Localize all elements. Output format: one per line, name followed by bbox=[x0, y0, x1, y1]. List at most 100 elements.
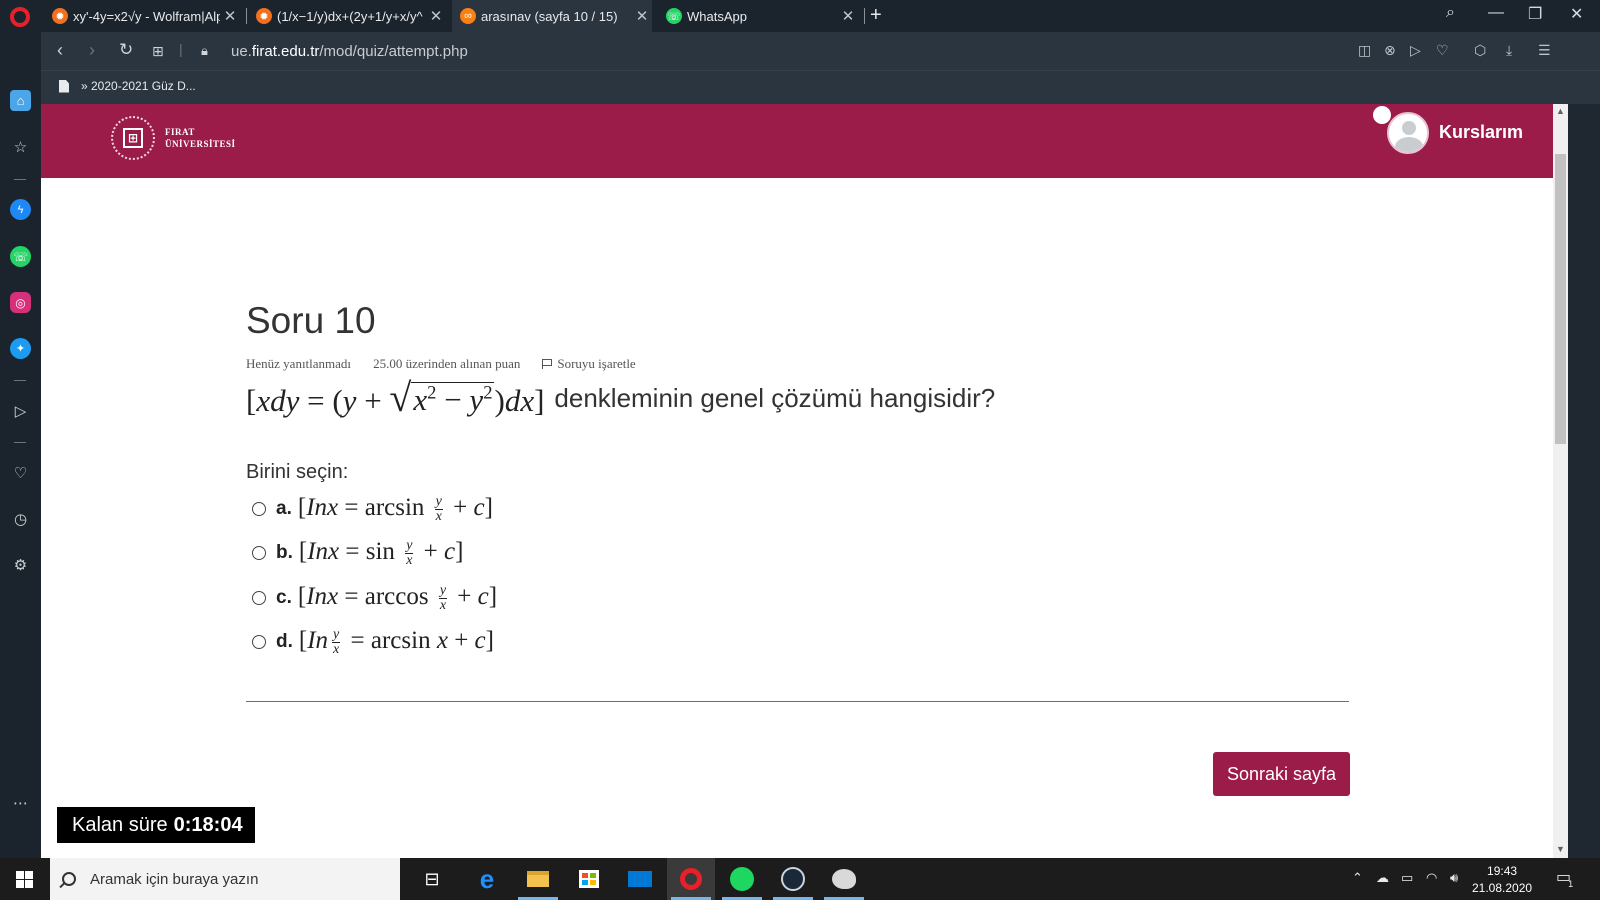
url-field[interactable]: ue.firat.edu.tr/mod/quiz/attempt.php bbox=[231, 43, 468, 60]
speed-dial-icon[interactable]: ⊞ bbox=[152, 43, 164, 60]
address-bar: ‹ › ↻ ⊞ | 🔒︎ ue.firat.edu.tr/mod/quiz/at… bbox=[41, 32, 1600, 70]
browser-sidebar: ⌂ ☆ ϟ ☏ ◎ ✦ ▷ ♡ ◷ ⚙ ⋯ bbox=[0, 32, 41, 858]
quiz-timer: Kalan süre 0:18:04 bbox=[57, 807, 255, 843]
box-icon[interactable]: ⬡ bbox=[1474, 42, 1486, 59]
question-text: [xdy = (y + √ x2 − y2)dx] denkleminin gen… bbox=[246, 374, 996, 420]
option-a-formula: [Inx = arcsin yx + c] bbox=[297, 493, 493, 524]
search-icon bbox=[62, 872, 76, 886]
wifi-icon[interactable]: ◠ bbox=[1426, 870, 1437, 886]
tab-separator bbox=[246, 8, 247, 24]
home-icon[interactable]: ⌂ bbox=[10, 90, 31, 111]
page-scrollbar[interactable]: ▲ ▼ bbox=[1553, 104, 1568, 858]
tab-wolfram-1[interactable]: ✹ xy'-4y=x2√y - Wolfram|Alp ✕ bbox=[44, 0, 240, 32]
minimize-button[interactable]: — bbox=[1488, 4, 1504, 22]
question-info: Henüz yanıtlanmadı 25.00 üzerinden alına… bbox=[246, 356, 636, 372]
paint-icon[interactable] bbox=[820, 858, 868, 900]
instagram-icon[interactable]: ◎ bbox=[10, 292, 31, 313]
mail-icon[interactable] bbox=[616, 858, 664, 900]
snapshot-icon[interactable]: ◫ bbox=[1358, 42, 1371, 59]
store-icon[interactable] bbox=[565, 858, 613, 900]
system-clock[interactable]: 19:43 21.08.2020 bbox=[1472, 863, 1532, 897]
windows-start-icon[interactable] bbox=[16, 871, 33, 888]
twitter-icon[interactable]: ✦ bbox=[10, 338, 31, 359]
question-status: Henüz yanıtlanmadı bbox=[246, 356, 352, 371]
option-b[interactable]: b. [Inx = sin yx + c] bbox=[252, 535, 463, 571]
tab-wolfram-2[interactable]: ✹ (1/x−1/y)dx+(2y+1/y+x/y^ ✕ bbox=[248, 0, 446, 32]
forward-button[interactable]: › bbox=[89, 40, 95, 61]
reload-button[interactable]: ↻ bbox=[119, 40, 133, 60]
radio-option-b[interactable] bbox=[252, 546, 266, 560]
flag-icon bbox=[542, 359, 553, 369]
sidebar-divider bbox=[14, 442, 26, 443]
wolfram-icon: ✹ bbox=[52, 8, 68, 24]
opera-menu-icon[interactable] bbox=[10, 7, 30, 27]
radio-option-c[interactable] bbox=[252, 591, 266, 605]
action-center-icon[interactable]: ▭1 bbox=[1556, 867, 1576, 889]
my-courses-link[interactable]: Kurslarım bbox=[1439, 122, 1523, 143]
task-view-icon[interactable]: ⊟ bbox=[408, 858, 456, 900]
sidebar-divider bbox=[14, 380, 26, 381]
star-icon[interactable]: ☆ bbox=[10, 136, 31, 157]
university-seal-logo[interactable]: ⊞ bbox=[111, 116, 155, 160]
spotify-icon[interactable] bbox=[718, 858, 766, 900]
new-tab-button[interactable]: + bbox=[870, 4, 882, 27]
tab-separator bbox=[864, 8, 865, 24]
next-page-button[interactable]: Sonraki sayfa bbox=[1213, 752, 1350, 796]
sidebar-divider bbox=[14, 179, 26, 180]
flag-question-link[interactable]: Soruyu işaretle bbox=[542, 356, 636, 372]
tab-bar: ✹ xy'-4y=x2√y - Wolfram|Alp ✕ ✹ (1/x−1/y… bbox=[0, 0, 1600, 32]
file-explorer-icon[interactable] bbox=[514, 858, 562, 900]
show-hidden-icons[interactable]: ⌃ bbox=[1352, 870, 1363, 886]
option-a[interactable]: a. [Inx = arcsin yx + c] bbox=[252, 491, 493, 527]
option-d[interactable]: d. [In y x = arcsin x + c] bbox=[252, 624, 494, 660]
restore-button[interactable]: ❐ bbox=[1528, 4, 1542, 24]
more-icon[interactable]: ⋯ bbox=[10, 792, 31, 813]
bookmarks-bar: » 2020-2021 Güz D... bbox=[41, 70, 1600, 104]
close-tab-icon[interactable]: ✕ bbox=[426, 7, 446, 25]
tab-whatsapp[interactable]: ☏ WhatsApp ✕ bbox=[658, 0, 858, 32]
scroll-up-arrow[interactable]: ▲ bbox=[1556, 106, 1565, 116]
close-window-button[interactable]: ✕ bbox=[1570, 4, 1583, 24]
choose-prompt: Birini seçin: bbox=[246, 461, 349, 483]
scrollbar-thumb[interactable] bbox=[1555, 154, 1566, 444]
edge-icon[interactable]: e bbox=[463, 858, 511, 900]
close-tab-icon[interactable]: ✕ bbox=[632, 7, 652, 25]
steam-icon[interactable] bbox=[769, 858, 817, 900]
notification-dot bbox=[1373, 106, 1391, 124]
windows-taskbar: Aramak için buraya yazın ⊟ e ⌃ ☁ ▭ ◠ 🔊︎ … bbox=[0, 858, 1600, 900]
bookmark-item[interactable]: » 2020-2021 Güz D... bbox=[59, 79, 196, 93]
opera-taskbar-icon[interactable] bbox=[667, 858, 715, 900]
wolfram-icon: ✹ bbox=[256, 8, 272, 24]
scroll-down-arrow[interactable]: ▼ bbox=[1556, 844, 1565, 854]
whatsapp-icon[interactable]: ☏ bbox=[10, 246, 31, 267]
tab-quiz[interactable]: ∞ arasınav (sayfa 10 / 15) ✕ bbox=[452, 0, 652, 32]
search-tabs-icon[interactable]: ⌕ bbox=[1446, 4, 1455, 22]
question-marks: 25.00 üzerinden alınan puan bbox=[373, 356, 521, 371]
easy-setup-icon[interactable]: ☰ bbox=[1538, 42, 1551, 59]
messenger-icon[interactable]: ϟ bbox=[10, 199, 31, 220]
heart-icon[interactable]: ♡ bbox=[1436, 42, 1449, 59]
back-button[interactable]: ‹ bbox=[57, 40, 63, 61]
radio-option-a[interactable] bbox=[252, 502, 266, 516]
volume-icon[interactable]: 🔊︎ bbox=[1450, 870, 1458, 886]
download-icon[interactable]: ⤓ bbox=[1506, 42, 1512, 59]
web-page: ⊞ FIRAT ÜNİVERSİTESİ Kurslarım Soru 10 H… bbox=[41, 104, 1553, 858]
settings-icon[interactable]: ⚙ bbox=[10, 554, 31, 575]
option-d-formula: [In y x = arcsin x + c] bbox=[298, 626, 494, 657]
send-icon[interactable]: ▷ bbox=[1410, 42, 1421, 59]
avatar[interactable] bbox=[1387, 112, 1429, 154]
battery-icon[interactable]: ▭ bbox=[1401, 870, 1413, 886]
close-tab-icon[interactable]: ✕ bbox=[838, 7, 858, 25]
onedrive-icon[interactable]: ☁ bbox=[1376, 870, 1389, 886]
history-icon[interactable]: ◷ bbox=[10, 508, 31, 529]
adblock-icon[interactable]: ⊗ bbox=[1384, 42, 1396, 59]
radio-option-d[interactable] bbox=[252, 635, 266, 649]
send-icon[interactable]: ▷ bbox=[10, 400, 31, 421]
lock-icon[interactable]: 🔒︎ bbox=[201, 43, 208, 59]
close-tab-icon[interactable]: ✕ bbox=[220, 7, 240, 25]
heart-icon[interactable]: ♡ bbox=[10, 462, 31, 483]
question-equation: [xdy = (y + √ x2 − y2)dx] bbox=[246, 374, 545, 420]
university-logo-text[interactable]: FIRAT ÜNİVERSİTESİ bbox=[165, 126, 236, 150]
taskbar-search-input[interactable]: Aramak için buraya yazın bbox=[50, 858, 400, 900]
option-c[interactable]: c. [Inx = arccos yx + c] bbox=[252, 580, 497, 616]
